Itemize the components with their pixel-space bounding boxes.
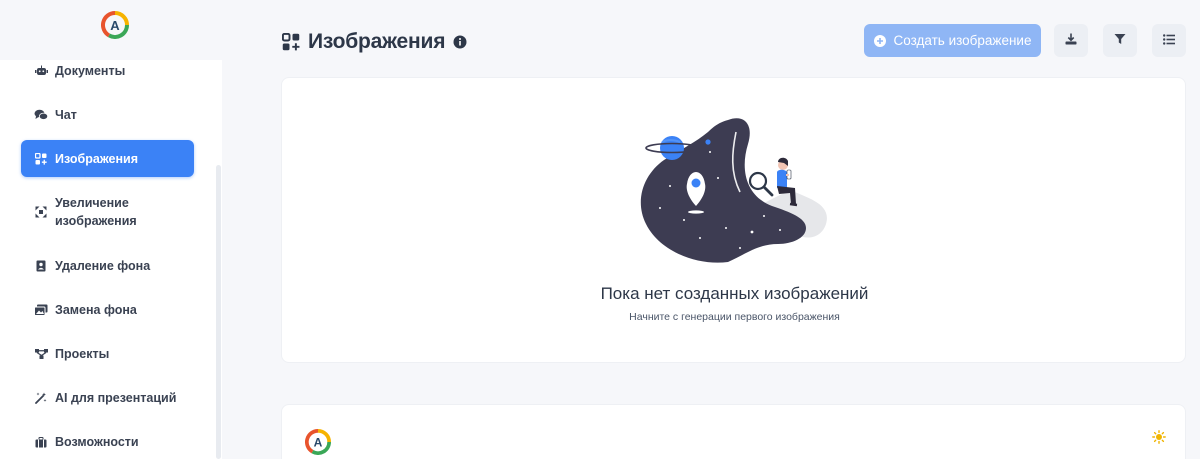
sidebar-item-label: Документы <box>55 64 126 78</box>
footer-card: A <box>281 404 1186 459</box>
logo-letter: A <box>110 18 120 33</box>
chat-bubbles-icon <box>34 108 48 122</box>
sidebar-item-label: Возможности <box>55 435 139 449</box>
sidebar-item-ai-presentations[interactable]: AI для презентаций <box>21 389 194 407</box>
sidebar-item-remove-bg[interactable]: Удаление фона <box>21 257 194 275</box>
sidebar-header: A <box>0 0 228 60</box>
sidebar-item-label: Увеличение изображения <box>55 196 137 228</box>
list-icon <box>1163 32 1175 50</box>
sidebar: A Документы Чат Изображения Увеличение и… <box>0 0 228 459</box>
sidebar-item-documents[interactable]: Документы <box>21 62 194 80</box>
sidebar-item-label: AI для презентаций <box>55 391 177 405</box>
sidebar-item-label: Изображения <box>55 151 139 166</box>
images-icon <box>34 303 48 317</box>
sidebar-item-label: Чат <box>55 108 77 122</box>
filter-icon <box>1114 32 1126 50</box>
expand-icon <box>34 205 48 219</box>
portrait-icon <box>34 259 48 273</box>
sidebar-item-chat[interactable]: Чат <box>21 106 194 124</box>
info-icon[interactable] <box>453 35 467 49</box>
sidebar-scrollbar-thumb[interactable] <box>216 165 221 459</box>
empty-state-title: Пока нет созданных изображений <box>600 284 869 303</box>
download-icon <box>1065 32 1077 50</box>
image-grid-icon <box>281 32 300 51</box>
empty-state-card: Пока нет созданных изображений Начните с… <box>281 77 1186 363</box>
sidebar-item-projects[interactable]: Проекты <box>21 345 194 363</box>
sidebar-item-features[interactable]: Возможности <box>21 433 194 451</box>
footer-logo[interactable]: A <box>305 429 331 455</box>
sidebar-item-label: Проекты <box>55 347 110 361</box>
logo-letter: A <box>314 436 323 450</box>
space-person-search-illustration <box>640 112 830 264</box>
sidebar-item-images[interactable]: Изображения <box>21 140 194 177</box>
image-grid-icon <box>34 152 48 166</box>
magic-wand-icon <box>34 391 48 405</box>
sun-icon[interactable] <box>1152 430 1166 444</box>
plus-circle-icon <box>873 34 886 47</box>
sidebar-item-upscale[interactable]: Увеличение изображения <box>21 193 194 231</box>
page-header: Изображения <box>281 28 467 56</box>
download-button[interactable] <box>1054 24 1088 57</box>
create-image-button[interactable]: Создать изображение <box>864 24 1041 57</box>
diagram-icon <box>34 347 48 361</box>
sidebar-item-replace-bg[interactable]: Замена фона <box>21 301 194 319</box>
filter-button[interactable] <box>1103 24 1137 57</box>
briefcase-icon <box>34 435 48 449</box>
robot-icon <box>34 64 48 78</box>
list-view-button[interactable] <box>1152 24 1186 57</box>
page-title: Изображения <box>308 30 446 53</box>
create-image-label: Создать изображение <box>893 33 1032 48</box>
sidebar-item-label: Удаление фона <box>55 259 151 273</box>
app-logo[interactable]: A <box>101 11 129 39</box>
empty-state-subtitle: Начните с генерации первого изображения <box>629 311 840 323</box>
sidebar-item-label: Замена фона <box>55 303 137 317</box>
